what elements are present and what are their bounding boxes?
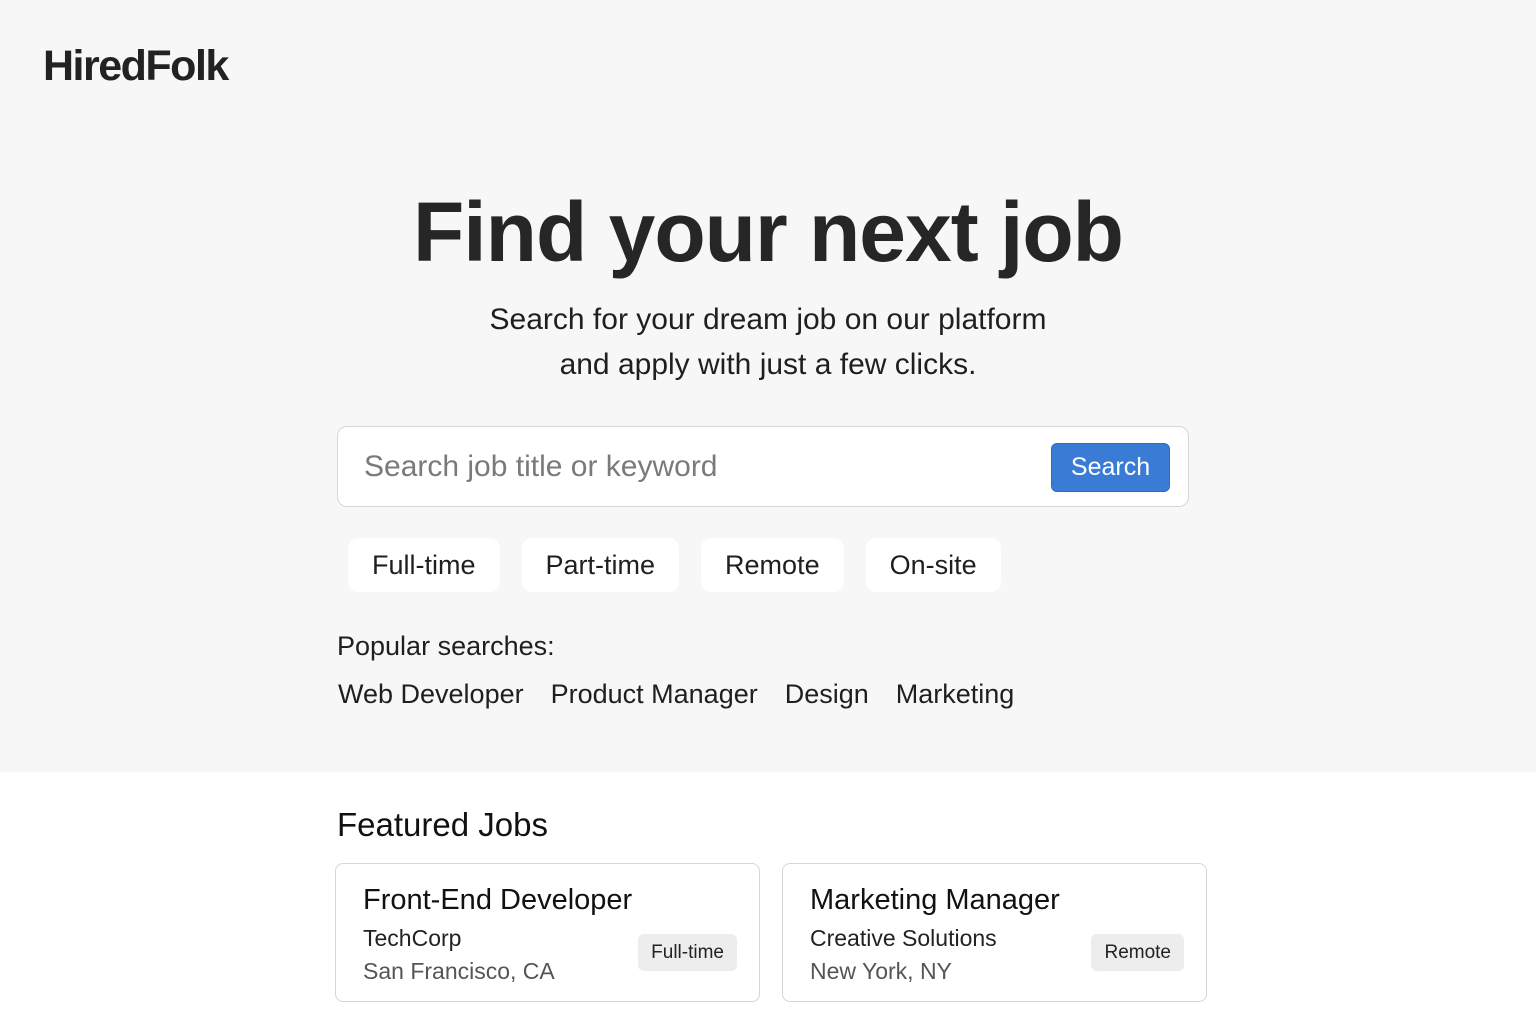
job-type-badge: Full-time [638, 934, 737, 971]
popular-searches-list: Web Developer Product Manager Design Mar… [338, 679, 1041, 710]
popular-searches-label: Popular searches: [337, 631, 555, 661]
hero-section: HiredFolk Find your next job Search for … [0, 0, 1536, 772]
search-button[interactable]: Search [1051, 443, 1170, 492]
hero-subtitle-line2: and apply with just a few clicks. [559, 348, 977, 381]
featured-jobs-heading: Featured Jobs [337, 806, 548, 843]
job-card[interactable]: Front-End Developer TechCorp San Francis… [335, 863, 760, 1002]
popular-search-design[interactable]: Design [785, 679, 869, 710]
job-card[interactable]: Marketing Manager Creative Solutions New… [782, 863, 1207, 1002]
hero-subtitle-line1: Search for your dream job on our platfor… [489, 303, 1047, 336]
search-bar: Search [337, 426, 1189, 507]
filter-chip-full-time[interactable]: Full-time [348, 538, 500, 592]
site-logo[interactable]: HiredFolk [43, 42, 229, 91]
filter-chip-on-site[interactable]: On-site [865, 538, 1001, 592]
job-type-badge: Remote [1091, 934, 1184, 971]
filter-chip-remote[interactable]: Remote [701, 538, 844, 592]
job-location: San Francisco, CA [363, 958, 555, 984]
job-title[interactable]: Marketing Manager [810, 884, 1060, 917]
job-company: TechCorp [363, 925, 462, 951]
page-title: Find your next job [413, 185, 1124, 279]
popular-search-marketing[interactable]: Marketing [896, 679, 1015, 710]
job-company: Creative Solutions [810, 925, 997, 951]
job-location: New York, NY [810, 958, 952, 984]
popular-search-web-developer[interactable]: Web Developer [338, 679, 524, 710]
job-type-filters: Full-time Part-time Remote On-site [348, 538, 1023, 592]
filter-chip-part-time[interactable]: Part-time [521, 538, 680, 592]
hero-subtitle: Search for your dream job on our platfor… [0, 297, 1536, 387]
job-title[interactable]: Front-End Developer [363, 884, 632, 917]
popular-search-product-manager[interactable]: Product Manager [551, 679, 758, 710]
search-input[interactable] [364, 445, 1044, 489]
